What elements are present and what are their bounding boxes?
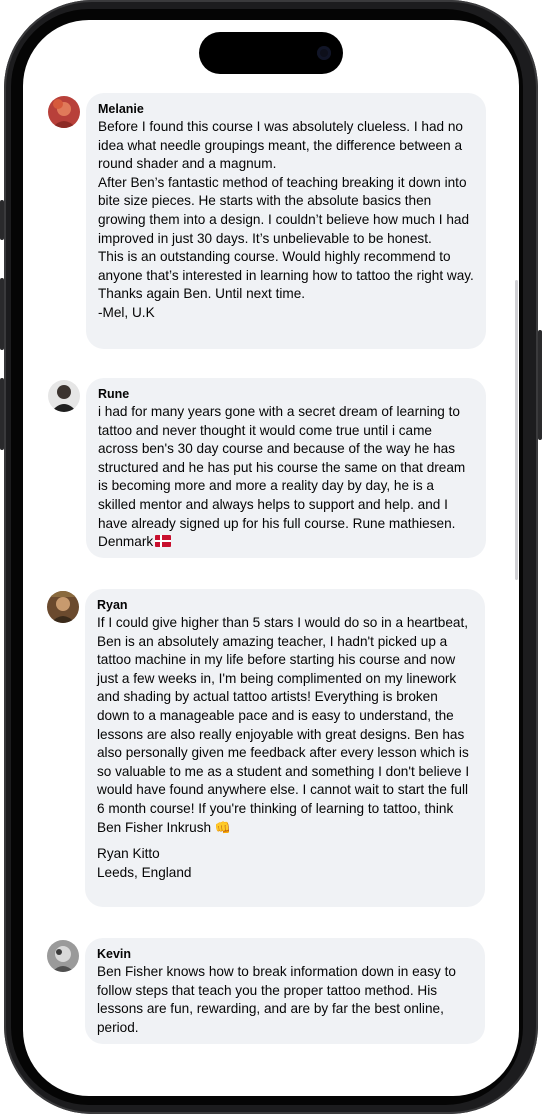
- profile-photo-grey-icon: [47, 940, 79, 972]
- signature-place: Leeds, England: [97, 864, 192, 880]
- front-camera-icon: [317, 46, 331, 60]
- denmark-flag-icon: [155, 535, 172, 548]
- comment-text-body: If I could give higher than 5 stars I wo…: [97, 615, 470, 835]
- comment-author[interactable]: Melanie: [98, 101, 474, 117]
- avatar[interactable]: [47, 940, 79, 972]
- avatar[interactable]: [48, 96, 80, 128]
- signature-name: Ryan Kitto: [97, 846, 160, 862]
- comment-text: i had for many years gone with a secret …: [98, 403, 474, 552]
- comment-author[interactable]: Kevin: [97, 946, 473, 962]
- comment-text-body: i had for many years gone with a secret …: [98, 404, 466, 550]
- comment-author[interactable]: Rune: [98, 386, 474, 402]
- profile-photo-dark-icon: [48, 380, 80, 412]
- power-button: [538, 330, 542, 440]
- profile-photo-brown-icon: [47, 591, 79, 623]
- avatar[interactable]: [47, 591, 79, 623]
- scrollbar[interactable]: [515, 280, 518, 580]
- comment-text: Before I found this course I was absolut…: [98, 119, 474, 320]
- comment-author[interactable]: Ryan: [97, 597, 473, 613]
- comment-text: Ben Fisher knows how to break informatio…: [97, 964, 456, 1035]
- dynamic-island: [199, 32, 343, 74]
- comment-text: If I could give higher than 5 stars I wo…: [97, 614, 473, 837]
- fist-bump-emoji-icon: 👊: [214, 819, 232, 835]
- profile-photo-red-icon: [48, 96, 80, 128]
- avatar[interactable]: [48, 380, 80, 412]
